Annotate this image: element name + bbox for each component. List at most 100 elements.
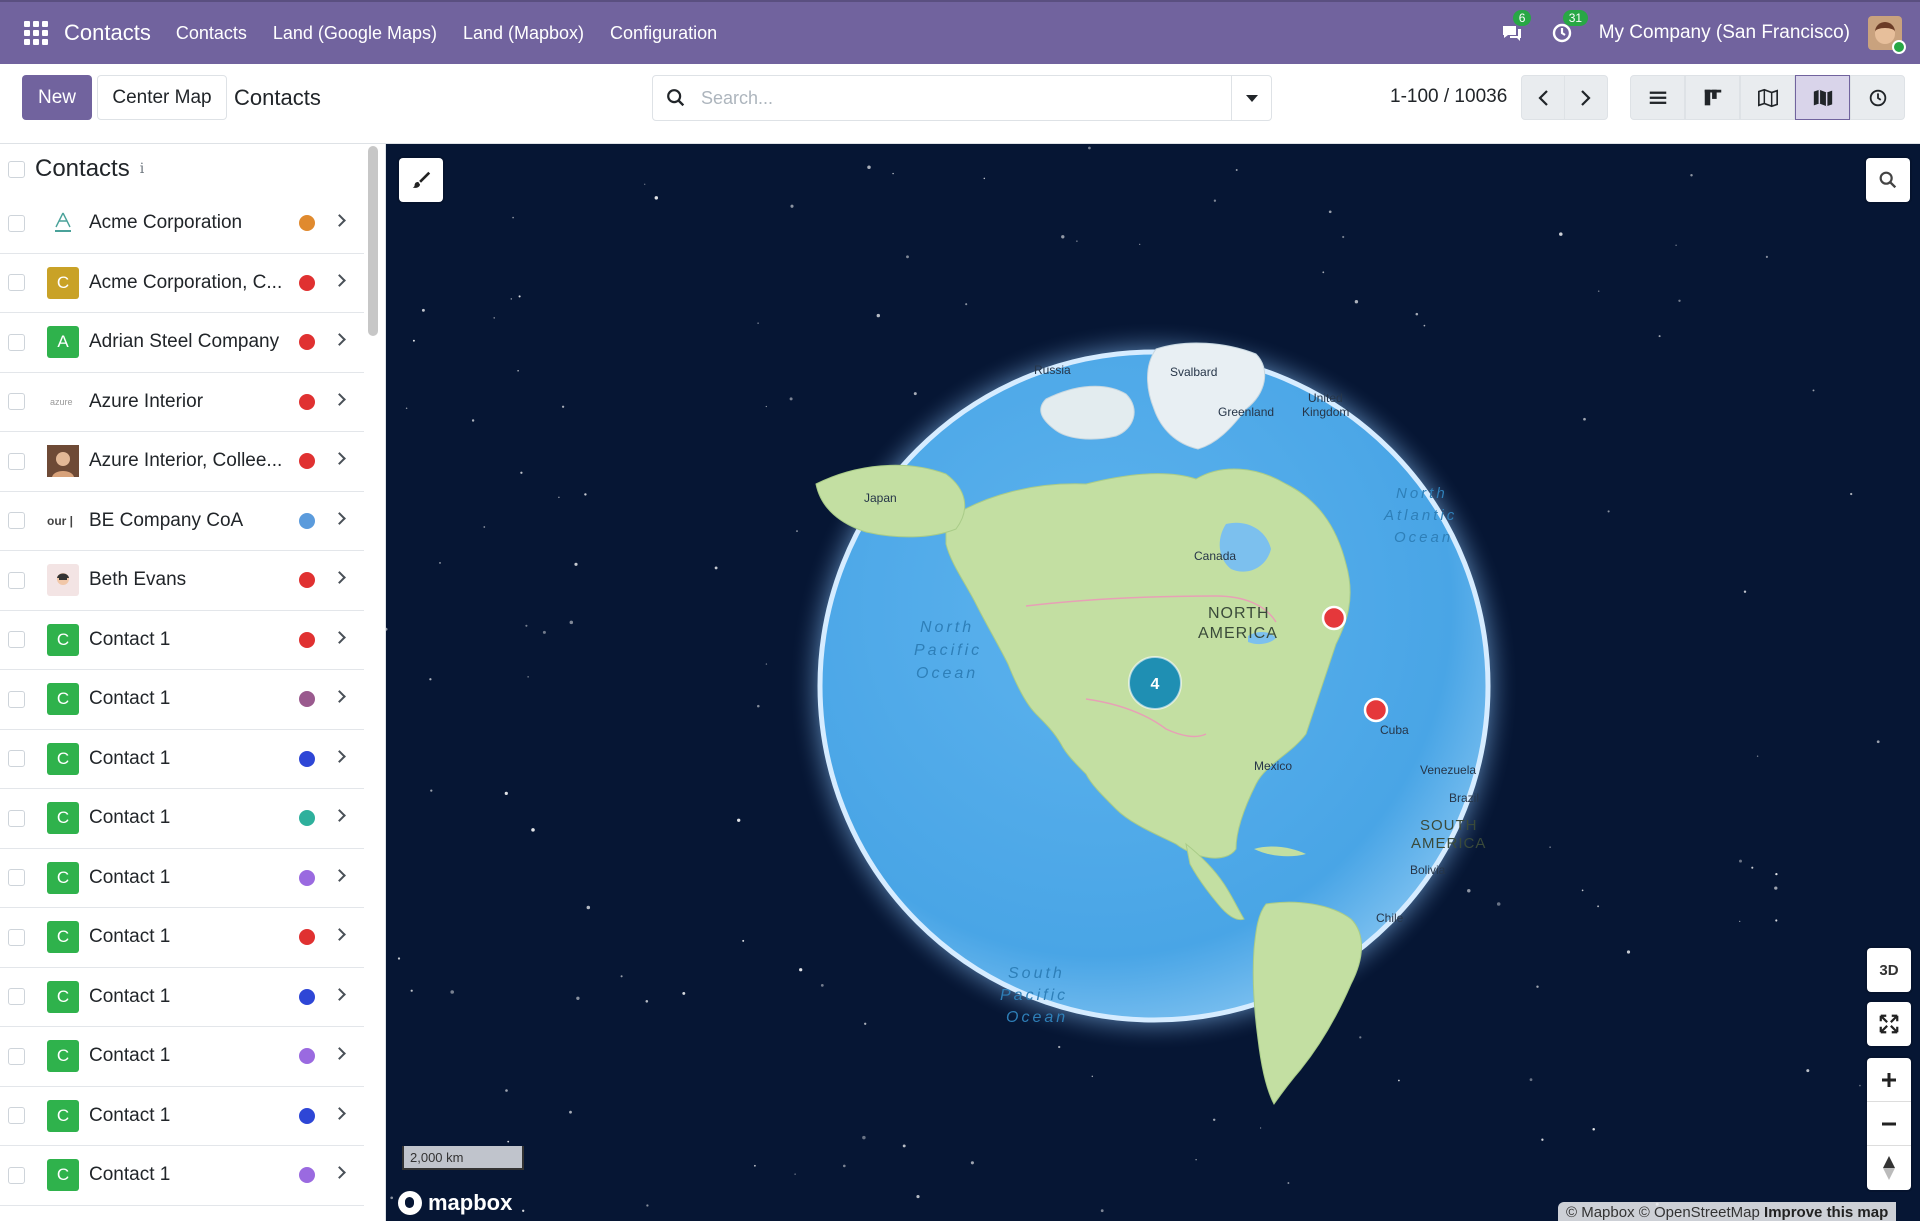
map-marker[interactable] bbox=[1321, 605, 1347, 631]
chevron-right-icon[interactable] bbox=[333, 392, 346, 406]
draw-tool-button[interactable] bbox=[399, 158, 443, 202]
company-switcher[interactable]: My Company (San Francisco) bbox=[1599, 22, 1850, 44]
contact-avatar: our | bbox=[47, 504, 79, 537]
pager-value[interactable]: 1-100 / 10036 bbox=[1390, 86, 1507, 108]
chevron-right-icon[interactable] bbox=[333, 214, 346, 227]
contact-row[interactable]: C Contact 1 bbox=[0, 1146, 364, 1206]
chevron-right-icon[interactable] bbox=[333, 749, 346, 763]
contact-row[interactable]: Acme Corporation bbox=[0, 194, 364, 254]
zoom-in-button[interactable] bbox=[1867, 1058, 1911, 1102]
contact-row[interactable]: C Contact 1 bbox=[0, 1027, 364, 1087]
contact-row[interactable]: C Contact 1 bbox=[0, 968, 364, 1027]
row-checkbox[interactable] bbox=[8, 512, 25, 530]
toggle-3d-button[interactable]: 3D bbox=[1867, 948, 1911, 992]
kanban-view-button[interactable] bbox=[1685, 75, 1740, 120]
map-marker[interactable] bbox=[1363, 697, 1389, 723]
row-checkbox[interactable] bbox=[8, 274, 25, 292]
row-checkbox[interactable] bbox=[8, 1107, 25, 1125]
nav-link-configuration[interactable]: Configuration bbox=[610, 23, 717, 44]
contact-row[interactable]: C Contact 1 bbox=[0, 730, 364, 789]
chevron-right-icon[interactable] bbox=[333, 928, 346, 941]
row-checkbox[interactable] bbox=[8, 988, 25, 1006]
contact-row[interactable]: Azure Interior, Collee... bbox=[0, 432, 364, 492]
chevron-right-icon[interactable] bbox=[333, 1106, 346, 1120]
mapbox-view-button[interactable] bbox=[1795, 75, 1850, 120]
row-checkbox[interactable] bbox=[8, 571, 25, 589]
contact-row[interactable]: C Contact 1 bbox=[0, 1087, 364, 1146]
center-map-button[interactable]: Center Map bbox=[97, 75, 227, 120]
nav-link-contacts[interactable]: Contacts bbox=[176, 23, 247, 44]
contact-row[interactable]: C Contact 1 bbox=[0, 789, 364, 849]
chevron-right-icon[interactable] bbox=[333, 452, 346, 465]
chevron-right-icon[interactable] bbox=[333, 571, 346, 584]
messages-button[interactable]: 6 bbox=[1499, 10, 1532, 46]
row-checkbox[interactable] bbox=[8, 1166, 25, 1184]
zoom-out-button[interactable] bbox=[1867, 1102, 1911, 1146]
sidebar-scrollbar[interactable] bbox=[368, 146, 378, 336]
row-checkbox[interactable] bbox=[8, 631, 25, 649]
mapbox-logo[interactable]: mapbox bbox=[398, 1190, 512, 1216]
chevron-right-icon[interactable] bbox=[333, 273, 346, 287]
chevron-right-icon[interactable] bbox=[333, 630, 346, 644]
chevron-right-icon[interactable] bbox=[333, 1166, 346, 1179]
row-checkbox[interactable] bbox=[8, 869, 25, 887]
chevron-right-icon[interactable] bbox=[333, 809, 346, 822]
marker-color-dot bbox=[299, 869, 315, 886]
activities-button[interactable]: 31 bbox=[1549, 10, 1589, 46]
row-checkbox[interactable] bbox=[8, 750, 25, 768]
map-search-button[interactable] bbox=[1866, 158, 1910, 202]
contact-row[interactable] bbox=[0, 1206, 364, 1221]
select-all-checkbox[interactable] bbox=[8, 160, 25, 178]
row-checkbox[interactable] bbox=[8, 452, 25, 470]
contact-row[interactable]: Beth Evans bbox=[0, 551, 364, 611]
contact-row[interactable]: azure Azure Interior bbox=[0, 373, 364, 432]
row-checkbox[interactable] bbox=[8, 809, 25, 827]
nav-link-land-mapbox[interactable]: Land (Mapbox) bbox=[463, 23, 584, 44]
attribution-text[interactable]: © Mapbox © OpenStreetMap bbox=[1566, 1204, 1760, 1221]
list-view-button[interactable] bbox=[1630, 75, 1685, 120]
contact-avatar: C bbox=[47, 980, 79, 1013]
star bbox=[1751, 866, 1754, 869]
row-checkbox[interactable] bbox=[8, 393, 25, 411]
contact-row[interactable]: A Adrian Steel Company bbox=[0, 313, 364, 373]
app-brand[interactable]: Contacts bbox=[64, 20, 151, 46]
chevron-right-icon[interactable] bbox=[333, 987, 346, 1001]
contact-row[interactable]: C Contact 1 bbox=[0, 611, 364, 670]
activity-view-button[interactable] bbox=[1850, 75, 1905, 120]
contact-row[interactable]: our | BE Company CoA bbox=[0, 492, 364, 551]
row-checkbox[interactable] bbox=[8, 1047, 25, 1065]
map-view-button[interactable] bbox=[1740, 75, 1795, 120]
search-options-toggle[interactable] bbox=[1231, 76, 1271, 120]
row-checkbox[interactable] bbox=[8, 690, 25, 708]
nav-link-land-google-maps[interactable]: Land (Google Maps) bbox=[273, 23, 437, 44]
mapbox-map[interactable]: Russia Svalbard Greenland United Kingdom… bbox=[386, 144, 1920, 1221]
chevron-right-icon[interactable] bbox=[333, 868, 346, 882]
star bbox=[737, 818, 741, 822]
compass-button[interactable] bbox=[1867, 1146, 1911, 1190]
new-button[interactable]: New bbox=[22, 75, 92, 120]
improve-map-link[interactable]: Improve this map bbox=[1764, 1204, 1888, 1221]
row-checkbox[interactable] bbox=[8, 333, 25, 351]
star bbox=[390, 1196, 394, 1200]
search-input[interactable] bbox=[701, 87, 1231, 109]
top-navbar: Contacts Contacts Land (Google Maps) Lan… bbox=[0, 0, 1920, 64]
chevron-right-icon[interactable] bbox=[333, 511, 346, 525]
minus-icon bbox=[1882, 1122, 1896, 1125]
pager-next-button[interactable] bbox=[1564, 75, 1608, 120]
user-avatar[interactable] bbox=[1868, 16, 1906, 54]
online-status-icon bbox=[1892, 40, 1906, 54]
pager-previous-button[interactable] bbox=[1521, 75, 1565, 120]
chevron-right-icon[interactable] bbox=[333, 1047, 346, 1060]
app-menu-icon[interactable] bbox=[24, 21, 48, 45]
chevron-right-icon[interactable] bbox=[333, 690, 346, 703]
row-checkbox[interactable] bbox=[8, 214, 25, 232]
row-checkbox[interactable] bbox=[8, 928, 25, 946]
mapbox-view-icon bbox=[1813, 89, 1832, 106]
fullscreen-button[interactable] bbox=[1867, 1002, 1911, 1046]
contact-row[interactable]: C Contact 1 bbox=[0, 849, 364, 908]
contact-row[interactable]: C Acme Corporation, C... bbox=[0, 254, 364, 313]
contact-row[interactable]: C Contact 1 bbox=[0, 670, 364, 730]
info-icon[interactable]: i bbox=[140, 161, 144, 177]
chevron-right-icon[interactable] bbox=[333, 333, 346, 346]
contact-row[interactable]: C Contact 1 bbox=[0, 908, 364, 968]
